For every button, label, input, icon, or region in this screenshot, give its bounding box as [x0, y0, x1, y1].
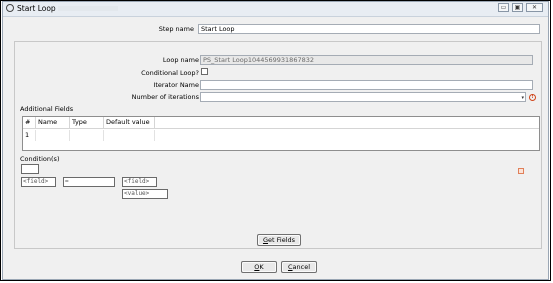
- get-fields-label: et Fields: [268, 236, 296, 244]
- step-name-label: Step name: [158, 25, 194, 33]
- table-row-number[interactable]: 1: [23, 130, 36, 141]
- warning-icon: !: [529, 94, 536, 101]
- column-header-default-value[interactable]: Default value: [104, 117, 155, 129]
- condition-right-field[interactable]: <field>: [122, 177, 157, 187]
- table-cell-name[interactable]: [36, 130, 70, 141]
- cancel-label: ancel: [292, 263, 311, 271]
- column-header-num[interactable]: #: [23, 117, 36, 129]
- close-button[interactable]: ✕: [526, 3, 543, 12]
- loop-name-input[interactable]: PS_Start Loop1044569931867832: [200, 55, 533, 65]
- condition-operator[interactable]: =: [63, 177, 115, 187]
- edit-condition-icon[interactable]: [518, 168, 524, 174]
- minimize-button[interactable]: ▭: [498, 3, 509, 12]
- cancel-button[interactable]: Cancel: [281, 261, 317, 273]
- blurred-title-text: [58, 6, 118, 11]
- chevron-down-icon[interactable]: ▾: [521, 94, 524, 101]
- condition-negate-box[interactable]: [21, 164, 39, 174]
- loop-name-label: Loop name: [162, 56, 199, 64]
- table-cell-default[interactable]: [104, 130, 155, 141]
- dialog-window: Start Loop ▭ ▣ ✕ Step name Start Loop Lo…: [2, 1, 549, 280]
- condition-left-field[interactable]: <field>: [21, 177, 56, 187]
- ok-button[interactable]: OK: [241, 261, 277, 273]
- condition-right-value[interactable]: <value>: [122, 189, 168, 199]
- conditions-label: Condition(s): [20, 155, 60, 163]
- iterator-name-input[interactable]: [200, 80, 533, 90]
- iterator-name-label: Iterator Name: [153, 81, 199, 89]
- column-header-name[interactable]: Name: [36, 117, 70, 129]
- column-header-type[interactable]: Type: [70, 117, 104, 129]
- loop-app-icon: [6, 4, 14, 12]
- conditional-loop-checkbox[interactable]: [201, 68, 208, 75]
- column-header-filler: [155, 117, 539, 129]
- iterations-dropdown[interactable]: ▾: [200, 92, 526, 102]
- additional-fields-label: Additional Fields: [20, 105, 74, 113]
- title-bar: Start Loop ▭ ▣ ✕: [3, 2, 548, 17]
- iterations-label: Number of iterations: [131, 93, 199, 101]
- conditional-loop-label: Conditional Loop?: [141, 69, 199, 77]
- table-cell-type[interactable]: [70, 130, 104, 141]
- window-title: Start Loop: [17, 4, 56, 13]
- additional-fields-table[interactable]: # Name Type Default value 1: [22, 116, 540, 151]
- get-fields-button[interactable]: Get Fields: [257, 234, 301, 246]
- ok-label: K: [259, 263, 264, 271]
- maximize-button[interactable]: ▣: [512, 3, 523, 12]
- step-name-input[interactable]: Start Loop: [198, 24, 540, 34]
